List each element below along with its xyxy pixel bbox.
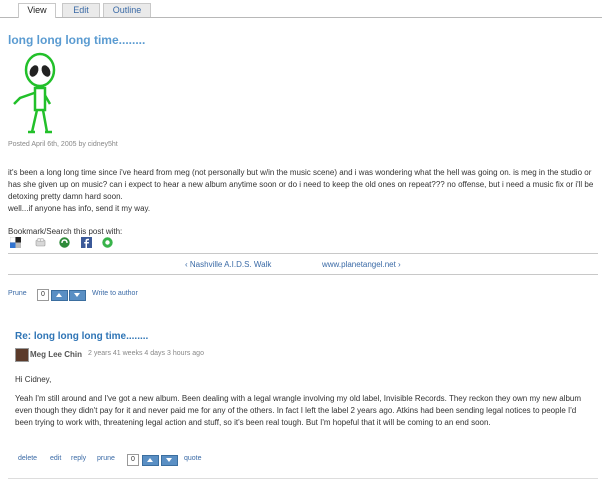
post-paragraph: well...if anyone has info, send it my wa… [8,204,151,213]
avatar [15,348,29,362]
quote-link[interactable]: quote [184,455,202,462]
reply-link[interactable]: reply [71,455,86,462]
technorati-icon[interactable] [102,237,113,248]
post-paragraph: it's been a long long time since i've he… [8,168,594,201]
stumbleupon-icon[interactable] [59,237,70,248]
comment-paragraph: Yeah I'm still around and I've got a new… [15,394,582,427]
digg-icon[interactable] [35,237,46,248]
delicious-icon[interactable] [10,237,21,248]
vote-count: 0 [127,454,139,466]
divider [8,478,598,479]
comment-paragraph: Hi Cidney, [15,375,52,384]
edit-link[interactable]: edit [50,455,61,462]
vote-down-button[interactable] [69,290,86,301]
vote-up-button[interactable] [142,455,159,466]
bookmark-label: Bookmark/Search this post with: [8,227,123,236]
tab-bar: View Edit Outline [0,0,602,18]
prune-link[interactable]: Prune [8,290,27,297]
next-page-link[interactable]: www.planetangel.net › [322,260,401,269]
vote-up-button[interactable] [51,290,68,301]
comment-time: 2 years 41 weeks 4 days 3 hours ago [88,350,204,357]
previous-page-link[interactable]: ‹ Nashville A.I.D.S. Walk [185,260,271,269]
write-to-author-link[interactable]: Write to author [92,290,138,297]
tab-edit[interactable]: Edit [62,3,100,17]
post-body: it's been a long long time since i've he… [8,167,598,215]
comment-title[interactable]: Re: long long long time........ [15,331,148,342]
comment-author[interactable]: Meg Lee Chin [30,350,82,359]
vote-count: 0 [37,289,49,301]
vote-down-button[interactable] [161,455,178,466]
tab-outline[interactable]: Outline [103,3,151,17]
post-meta: Posted April 6th, 2005 by cidney5ht [8,141,118,148]
comment-actions: delete edit reply prune 0 quote [18,454,318,466]
comment-body: Hi Cidney, Yeah I'm still around and I'v… [15,374,590,436]
facebook-icon[interactable] [81,237,92,248]
book-navigation: ‹ Nashville A.I.D.S. Walk www.planetange… [8,253,598,275]
green-alien-icon [13,52,56,134]
tab-view[interactable]: View [18,3,56,18]
prune-link[interactable]: prune [97,455,115,462]
post-title[interactable]: long long long time........ [8,33,145,47]
delete-link[interactable]: delete [18,455,37,462]
